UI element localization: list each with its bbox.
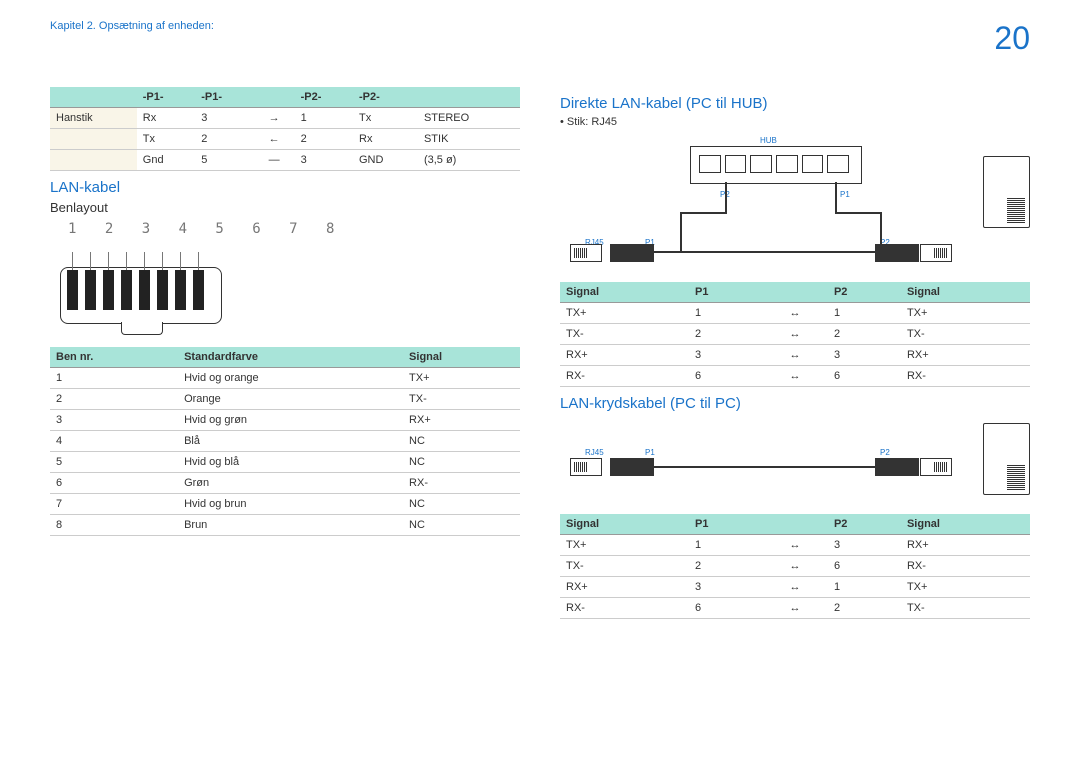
table-row: RX+3↔1TX+ (560, 577, 1030, 598)
table-row: 4BlåNC (50, 431, 520, 452)
table-row: TX-2↔6RX- (560, 556, 1030, 577)
page-header: Kapitel 2. Opsætning af enheden: 20 (50, 20, 1030, 57)
table-row: 7Hvid og brunNC (50, 494, 520, 515)
pc-to-pc-diagram: RJ45 P1 P2 (560, 418, 1030, 508)
table-row: 3Hvid og grønRX+ (50, 410, 520, 431)
table-row: RX-6↔2TX- (560, 598, 1030, 619)
table-row: RX-6↔6RX- (560, 366, 1030, 387)
table-row: 6GrønRX- (50, 473, 520, 494)
direct-lan-title: Direkte LAN-kabel (PC til HUB) (560, 95, 1030, 112)
table-row: Tx 2 ← 2 Rx STIK (50, 129, 520, 150)
pc-to-hub-diagram: HUB P2 P1 RJ45 P1 P2 (560, 136, 1030, 276)
table-row: Hanstik Rx 3 → 1 Tx STEREO (50, 108, 520, 129)
table-row: Gnd 5 — 3 GND (3,5 ø) (50, 150, 520, 171)
table-row: 2OrangeTX- (50, 389, 520, 410)
right-column: Direkte LAN-kabel (PC til HUB) Stik: RJ4… (560, 87, 1030, 619)
lan-cable-title: LAN-kabel (50, 179, 520, 196)
table-row: 5Hvid og blåNC (50, 452, 520, 473)
cross-lan-title: LAN-krydskabel (PC til PC) (560, 395, 1030, 412)
plug-rj45-bullet: Stik: RJ45 (560, 116, 1030, 128)
p1-p2-table: -P1- -P1- -P2- -P2- Hanstik Rx 3 → 1 (50, 87, 520, 171)
cross-cable-table: Signal P1 P2 Signal TX+1↔3RX+TX-2↔6RX-RX… (560, 514, 1030, 619)
pin-numbers: 1 2 3 4 5 6 7 8 (68, 221, 520, 237)
rj45-connector-diagram (50, 237, 230, 337)
table-row: TX-2↔2TX- (560, 324, 1030, 345)
direct-cable-table: Signal P1 P2 Signal TX+1↔1TX+TX-2↔2TX-RX… (560, 282, 1030, 387)
chapter-title: Kapitel 2. Opsætning af enheden: (50, 20, 214, 32)
pin-color-table: Ben nr. Standardfarve Signal 1Hvid og or… (50, 347, 520, 536)
left-column: -P1- -P1- -P2- -P2- Hanstik Rx 3 → 1 (50, 87, 520, 619)
table-row: TX+1↔3RX+ (560, 535, 1030, 556)
table-row: 8BrunNC (50, 515, 520, 536)
table-row: TX+1↔1TX+ (560, 303, 1030, 324)
page-number: 20 (994, 20, 1030, 57)
table-row: 1Hvid og orangeTX+ (50, 368, 520, 389)
pin-layout-subtitle: Benlayout (50, 200, 520, 215)
table-row: RX+3↔3RX+ (560, 345, 1030, 366)
